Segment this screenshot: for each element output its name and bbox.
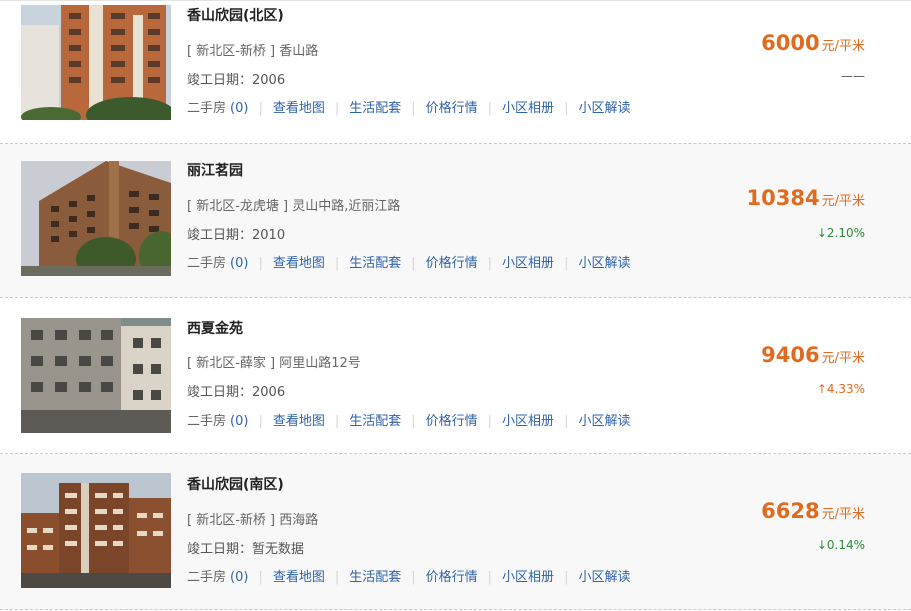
community-photo[interactable] xyxy=(21,5,171,120)
view-map-link[interactable]: 查看地图 xyxy=(273,414,325,429)
community-photo[interactable] xyxy=(21,318,171,433)
amenities-link[interactable]: 生活配套 xyxy=(349,414,401,429)
separator: | xyxy=(334,570,340,585)
price-change: ↑4.33% xyxy=(816,382,865,396)
second-hand-count[interactable]: (0) xyxy=(230,256,248,271)
view-map-link[interactable]: 查看地图 xyxy=(273,570,325,585)
separator: | xyxy=(487,101,493,116)
community-links: 二手房 (0) | 查看地图 | 生活配套 | 价格行情 | 小区相册 | 小区解读 xyxy=(187,410,630,430)
price: 6628 元/平米 xyxy=(761,499,865,523)
price-unit: 元/平米 xyxy=(821,351,865,366)
review-link[interactable]: 小区解读 xyxy=(578,414,630,429)
separator: | xyxy=(411,414,416,429)
separator: | xyxy=(334,256,340,271)
amenities-link[interactable]: 生活配套 xyxy=(349,101,401,116)
view-map-link[interactable]: 查看地图 xyxy=(273,256,325,271)
community-address: [ 新北区-龙虎塘 ] 灵山中路,近丽江路 xyxy=(187,199,401,214)
price: 9406 元/平米 xyxy=(761,343,865,367)
separator: | xyxy=(564,570,569,585)
second-hand-label: 二手房 xyxy=(187,256,227,271)
view-map-link[interactable]: 查看地图 xyxy=(273,101,325,116)
price-trend-link[interactable]: 价格行情 xyxy=(426,256,478,271)
separator: | xyxy=(334,101,340,116)
community-links: 二手房 (0) | 查看地图 | 生活配套 | 价格行情 | 小区相册 | 小区解读 xyxy=(187,566,630,586)
community-name[interactable]: 香山欣园(南区) xyxy=(187,474,284,494)
community-photo[interactable] xyxy=(21,161,171,276)
separator: | xyxy=(564,414,569,429)
album-link[interactable]: 小区相册 xyxy=(502,414,554,429)
album-link[interactable]: 小区相册 xyxy=(502,256,554,271)
separator: | xyxy=(487,414,493,429)
community-address: [ 新北区-新桥 ] 西海路 xyxy=(187,513,319,528)
community-photo[interactable] xyxy=(21,473,171,588)
price: 6000 元/平米 xyxy=(761,31,865,55)
price: 10384 元/平米 xyxy=(747,186,865,210)
album-link[interactable]: 小区相册 xyxy=(502,570,554,585)
price-unit: 元/平米 xyxy=(821,39,865,54)
separator: | xyxy=(487,570,493,585)
separator: | xyxy=(564,256,569,271)
price-trend-link[interactable]: 价格行情 xyxy=(426,101,478,116)
completion-date: 竣工日期：2010 xyxy=(187,228,286,243)
price-change: ↓2.10% xyxy=(816,226,865,240)
community-name[interactable]: 香山欣园(北区) xyxy=(187,5,284,25)
price-trend-link[interactable]: 价格行情 xyxy=(426,414,478,429)
separator: | xyxy=(258,101,263,116)
amenities-link[interactable]: 生活配套 xyxy=(349,570,401,585)
community-address: [ 新北区-薛家 ] 阿里山路12号 xyxy=(187,356,361,371)
second-hand-count[interactable]: (0) xyxy=(230,101,248,116)
community-links: 二手房 (0) | 查看地图 | 生活配套 | 价格行情 | 小区相册 | 小区解读 xyxy=(187,97,630,117)
separator: | xyxy=(411,256,416,271)
price-change: ↓0.14% xyxy=(816,538,865,552)
second-hand-count[interactable]: (0) xyxy=(230,414,248,429)
price-value: 10384 xyxy=(746,186,820,210)
price-value: 9406 xyxy=(761,343,820,367)
community-address: [ 新北区-新桥 ] 香山路 xyxy=(187,44,319,59)
price-unit: 元/平米 xyxy=(821,507,865,522)
price-trend-link[interactable]: 价格行情 xyxy=(426,570,478,585)
community-links: 二手房 (0) | 查看地图 | 生活配套 | 价格行情 | 小区相册 | 小区解读 xyxy=(187,252,630,272)
review-link[interactable]: 小区解读 xyxy=(578,570,630,585)
list-item: 香山欣园(南区) [ 新北区-新桥 ] 西海路 竣工日期：暂无数据 二手房 (0)… xyxy=(0,454,911,610)
second-hand-label: 二手房 xyxy=(187,101,227,116)
community-name[interactable]: 西夏金苑 xyxy=(187,318,243,338)
second-hand-label: 二手房 xyxy=(187,570,227,585)
separator: | xyxy=(258,570,263,585)
list-item: 西夏金苑 [ 新北区-薛家 ] 阿里山路12号 竣工日期：2006 二手房 (0)… xyxy=(0,298,911,454)
price-change: —— xyxy=(841,69,865,83)
separator: | xyxy=(258,414,263,429)
amenities-link[interactable]: 生活配套 xyxy=(349,256,401,271)
review-link[interactable]: 小区解读 xyxy=(578,256,630,271)
separator: | xyxy=(487,256,493,271)
second-hand-count[interactable]: (0) xyxy=(230,570,248,585)
separator: | xyxy=(258,256,263,271)
separator: | xyxy=(411,570,416,585)
list-item: 丽江茗园 [ 新北区-龙虎塘 ] 灵山中路,近丽江路 竣工日期：2010 二手房… xyxy=(0,144,911,298)
price-value: 6000 xyxy=(761,31,820,55)
price-value: 6628 xyxy=(761,499,820,523)
separator: | xyxy=(411,101,416,116)
completion-date: 竣工日期：暂无数据 xyxy=(187,542,305,557)
list-item: 香山欣园(北区) [ 新北区-新桥 ] 香山路 竣工日期：2006 二手房 (0)… xyxy=(0,0,911,144)
completion-date: 竣工日期：2006 xyxy=(187,385,286,400)
community-name[interactable]: 丽江茗园 xyxy=(187,160,243,180)
album-link[interactable]: 小区相册 xyxy=(502,101,554,116)
price-unit: 元/平米 xyxy=(821,194,865,209)
separator: | xyxy=(564,101,569,116)
completion-date: 竣工日期：2006 xyxy=(187,73,286,88)
review-link[interactable]: 小区解读 xyxy=(578,101,630,116)
separator: | xyxy=(334,414,340,429)
second-hand-label: 二手房 xyxy=(187,414,227,429)
